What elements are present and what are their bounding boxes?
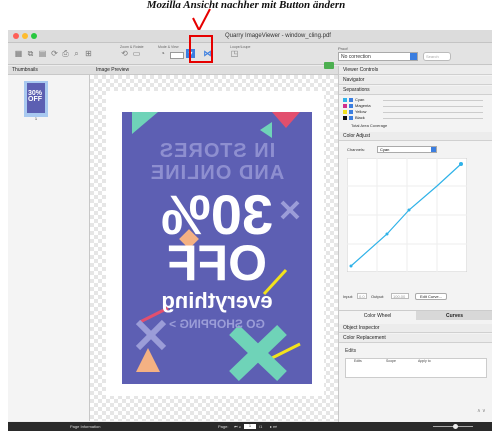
thumbnails-panel: 30% OFF 1 xyxy=(8,75,90,421)
annotation-caption: Mozilla Ansicht nachher mit Button änder… xyxy=(146,0,346,11)
scope-column-header: Scope xyxy=(386,359,396,363)
input-label: Input: xyxy=(343,294,354,299)
channels-row: Channels: Cyan xyxy=(347,146,487,154)
curve-graph[interactable] xyxy=(347,158,467,272)
section-separations[interactable]: Separations xyxy=(339,86,492,95)
poster-line6: GO SHOPPING > xyxy=(169,317,265,331)
close-window-button[interactable] xyxy=(13,33,19,39)
tab-color-wheel[interactable]: Color Wheel xyxy=(339,310,416,320)
annotation-highlight-box xyxy=(189,35,213,63)
yellow-swatch xyxy=(343,110,347,114)
poster-line4: OFF xyxy=(167,235,267,291)
divider xyxy=(383,112,483,113)
collapse-icon[interactable]: ∧ ∨ xyxy=(477,408,486,414)
edits-label: Edits xyxy=(345,348,357,354)
page-number-input[interactable]: 1 xyxy=(244,424,256,429)
next-page-icon[interactable]: ▸ ⏭ xyxy=(270,422,277,431)
mode-icon[interactable]: ◔ xyxy=(158,49,167,58)
search-input[interactable]: Search xyxy=(423,52,451,61)
checkbox-icon[interactable] xyxy=(349,104,353,108)
black-swatch xyxy=(343,116,347,120)
checkbox-icon[interactable] xyxy=(349,98,353,102)
zoom-slider-knob[interactable] xyxy=(453,424,458,429)
separation-label: Black xyxy=(355,115,365,120)
preview-header: Image Preview xyxy=(90,66,338,75)
proofing-value: No correction xyxy=(341,54,371,60)
zoom-icon[interactable]: ⌕ xyxy=(72,49,81,58)
input-field[interactable]: 0.0 xyxy=(357,293,367,299)
checkbox-icon[interactable] xyxy=(349,110,353,114)
proofing-label: Proof xyxy=(338,46,348,51)
output-label: Output: xyxy=(371,294,385,299)
loupe-icon[interactable]: ◳ xyxy=(230,49,239,58)
thumbnail-page-number: 1 xyxy=(34,116,38,121)
screenshot-root: Mozilla Ansicht nachher mit Button änder… xyxy=(0,0,492,431)
checkbox-icon[interactable] xyxy=(349,116,353,120)
rotate-left-icon[interactable]: ⟲ xyxy=(120,49,129,58)
page-total: /1 xyxy=(259,424,263,429)
grid-icon[interactable]: ▦ xyxy=(14,49,23,58)
channels-label: Channels: xyxy=(347,147,366,152)
poster-line1: IN STORES xyxy=(158,140,276,162)
curve-point xyxy=(459,162,463,166)
curve-point xyxy=(349,264,353,268)
right-panel: Viewer Controls Navigator Separations Cy… xyxy=(338,66,492,422)
view-select[interactable] xyxy=(170,52,184,59)
channels-select[interactable]: Cyan xyxy=(377,146,437,153)
edit-curve-button[interactable]: Edit Curve... xyxy=(415,293,447,300)
separation-row-black[interactable]: Black xyxy=(343,115,489,121)
section-navigator[interactable]: Navigator xyxy=(339,76,492,85)
fit-icon[interactable]: ⊞ xyxy=(84,49,93,58)
trash-icon[interactable]: ▤ xyxy=(38,49,47,58)
preview-toggle-icon[interactable] xyxy=(324,62,334,69)
first-page-icon[interactable]: ⏮ ◂ xyxy=(234,422,241,431)
section-viewer-controls[interactable]: Viewer Controls xyxy=(339,66,492,75)
poster-artwork: IN STORES AND ONLINE 30% OFF everything … xyxy=(122,112,312,384)
page-information: Page Information xyxy=(70,424,101,429)
zoom-window-button[interactable] xyxy=(31,33,37,39)
minimize-window-button[interactable] xyxy=(22,33,28,39)
thumbnails-header: Thumbnails xyxy=(8,66,90,75)
toolbar: ▦ ⧉ ▤ ⟳ ⎙ ⌕ ⊞ Zoom & Rotate ⟲ ▭ Mode & V… xyxy=(8,43,492,65)
edits-table: Edits Scope Apply to xyxy=(345,358,487,378)
thumbnail-line2: OFF xyxy=(28,96,42,103)
apply-to-column-header: Apply to xyxy=(418,359,431,363)
output-field[interactable]: 100.00 xyxy=(391,293,409,299)
section-color-adjust[interactable]: Color Adjust xyxy=(339,132,492,141)
curve-point xyxy=(407,208,411,212)
proofing-select[interactable]: No correction xyxy=(338,52,418,61)
title-bar: Quarry ImageViewer - window_cling.pdf xyxy=(8,30,492,43)
section-object-inspector[interactable]: Object Inspector xyxy=(339,324,492,333)
chevron-down-icon xyxy=(431,147,436,152)
edits-column-header: Edits xyxy=(354,359,362,363)
curve-point xyxy=(385,232,389,236)
thumbnail-page-1[interactable]: 30% OFF 1 xyxy=(24,81,48,121)
poster-line5: everything xyxy=(161,288,273,313)
divider xyxy=(383,100,483,101)
chevron-down-icon xyxy=(410,53,417,60)
channels-value: Cyan xyxy=(380,147,390,152)
refresh-icon[interactable]: ⟳ xyxy=(50,49,59,58)
print-icon[interactable]: ⎙ xyxy=(61,49,70,58)
magenta-swatch xyxy=(343,104,347,108)
status-bar: Page Information Page: ⏮ ◂ 1 /1 ▸ ⏭ xyxy=(8,422,492,431)
poster-text-mirrored: IN STORES AND ONLINE 30% OFF everything … xyxy=(122,112,312,384)
cyan-swatch xyxy=(343,98,347,102)
divider xyxy=(383,118,483,119)
rotate-right-icon[interactable]: ▭ xyxy=(132,49,141,58)
pages-icon[interactable]: ⧉ xyxy=(26,49,35,58)
proofing-group: Proof No correction Search xyxy=(338,46,451,61)
tab-curves[interactable]: Curves xyxy=(416,310,492,320)
page-label: Page: xyxy=(218,424,229,429)
section-color-replacement[interactable]: Color Replacement xyxy=(339,334,492,343)
divider xyxy=(383,106,483,107)
total-area-coverage: Total Area Coverage xyxy=(351,123,388,128)
thumbnail-image: 30% OFF xyxy=(27,83,45,113)
